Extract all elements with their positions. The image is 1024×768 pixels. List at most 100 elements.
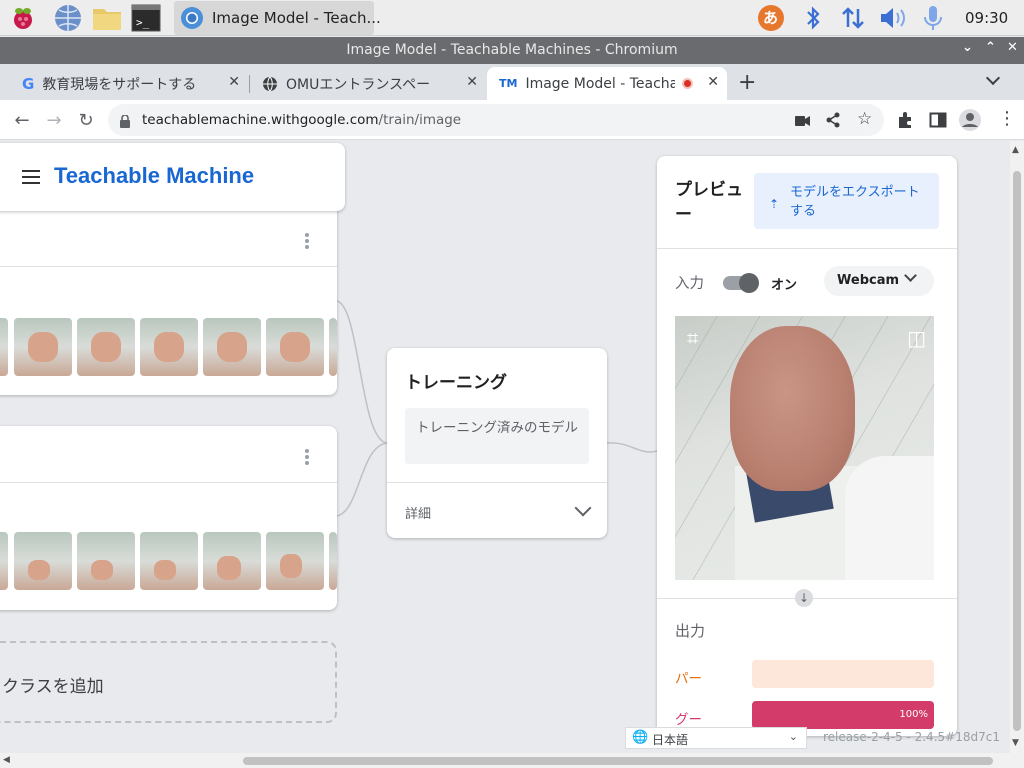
url-text: teachablemachine.withgoogle.com/train/im… bbox=[142, 112, 461, 128]
minimize-icon[interactable]: ⌄ bbox=[962, 40, 973, 55]
sample-thumbnail[interactable] bbox=[203, 532, 261, 590]
sample-thumbnail[interactable] bbox=[266, 318, 324, 376]
training-details-toggle[interactable]: 詳細 bbox=[405, 503, 431, 522]
sample-thumbnail[interactable] bbox=[14, 532, 72, 590]
raspberry-menu-icon[interactable] bbox=[8, 3, 38, 33]
reload-icon[interactable]: ↻ bbox=[74, 108, 98, 132]
teachable-machine-page: クラスを追加 Teachable Machine トレーニング トレーニング済み… bbox=[0, 141, 1010, 753]
more-options-icon[interactable] bbox=[305, 233, 309, 251]
bluetooth-icon[interactable] bbox=[798, 3, 828, 33]
tab-education[interactable]: G 教育現場をサポートする ✕ bbox=[10, 67, 248, 100]
scroll-left-icon[interactable]: ◀ bbox=[3, 755, 10, 765]
add-class-label: クラスを追加 bbox=[2, 677, 104, 697]
sample-thumbnail[interactable] bbox=[0, 532, 8, 590]
arrow-down-icon[interactable]: ↓ bbox=[795, 589, 813, 607]
camera-indicator-icon[interactable] bbox=[795, 113, 811, 132]
svg-text:>_: >_ bbox=[136, 16, 150, 29]
confidence-bar bbox=[752, 660, 934, 688]
google-icon: G bbox=[22, 74, 35, 93]
scrollbar-thumb[interactable] bbox=[1013, 171, 1021, 731]
tab-strip: G 教育現場をサポートする ✕ OMUエントランスペー ✕ TM Image M… bbox=[0, 64, 1024, 100]
terminal-icon[interactable]: >_ bbox=[131, 3, 161, 33]
taskbar-chromium-task[interactable]: Image Model - Teach... bbox=[174, 1, 381, 35]
share-icon[interactable] bbox=[825, 112, 841, 132]
add-class-button[interactable]: クラスを追加 bbox=[0, 641, 337, 723]
new-tab-icon[interactable]: + bbox=[738, 70, 756, 95]
clock[interactable]: 09:30 bbox=[965, 9, 1008, 27]
ime-label: あ bbox=[763, 9, 779, 27]
app-header: Teachable Machine bbox=[0, 143, 345, 211]
input-source-select[interactable]: Webcam bbox=[824, 266, 934, 296]
file-manager-icon[interactable] bbox=[92, 3, 122, 33]
browser-toolbar: ← → ↻ teachablemachine.withgoogle.com/tr… bbox=[0, 100, 1024, 140]
microphone-icon[interactable] bbox=[918, 3, 948, 33]
language-value: 日本語 bbox=[652, 733, 689, 747]
os-taskbar: >_ Image Model - Teach... あ 09:30 bbox=[0, 0, 1024, 36]
close-icon[interactable]: ✕ bbox=[228, 74, 240, 90]
menu-icon[interactable] bbox=[22, 170, 40, 188]
sample-thumbnail[interactable] bbox=[140, 318, 198, 376]
tab-image-model[interactable]: TM Image Model - Teacha ✕ bbox=[487, 67, 727, 100]
sample-thumbnail[interactable] bbox=[0, 318, 8, 376]
crop-icon[interactable]: ⌗ bbox=[687, 326, 698, 350]
taskbar-task-title: Image Model - Teach... bbox=[212, 9, 381, 27]
more-options-icon[interactable] bbox=[305, 449, 309, 467]
flip-icon[interactable]: ◫ bbox=[907, 326, 926, 350]
language-select[interactable]: 🌐 日本語 ⌄ bbox=[625, 727, 807, 749]
chrome-menu-icon[interactable]: ⋮ bbox=[998, 110, 1016, 128]
url-path: /train/image bbox=[378, 112, 462, 128]
preview-card: プレビュー ⇡ モデルをエクスポートする 入力 オン Webcam ⌗ ◫ ↓ … bbox=[657, 156, 957, 736]
tab-search-icon[interactable] bbox=[985, 70, 1001, 86]
input-method-icon[interactable]: あ bbox=[756, 3, 786, 33]
sample-thumbnail[interactable] bbox=[14, 318, 72, 376]
profile-avatar-icon[interactable] bbox=[958, 108, 982, 136]
sample-thumbnail[interactable] bbox=[266, 532, 324, 590]
sample-thumbnail[interactable] bbox=[77, 532, 135, 590]
output-class-label: パー bbox=[675, 671, 702, 687]
tab-omu[interactable]: OMUエントランスペー ✕ bbox=[250, 67, 486, 100]
sample-thumbnail[interactable] bbox=[203, 318, 261, 376]
volume-icon[interactable] bbox=[878, 3, 908, 33]
globe-icon: 🌐 bbox=[632, 730, 649, 745]
scroll-up-icon[interactable]: ▲ bbox=[1012, 145, 1019, 155]
divider bbox=[0, 482, 337, 483]
sample-thumbnail[interactable] bbox=[329, 318, 337, 376]
web-browser-icon[interactable] bbox=[53, 3, 83, 33]
close-icon[interactable]: ✕ bbox=[466, 74, 478, 90]
bookmark-star-icon[interactable]: ☆ bbox=[857, 109, 872, 129]
sample-thumbnail[interactable] bbox=[77, 318, 135, 376]
back-icon[interactable]: ← bbox=[10, 108, 34, 132]
toggle-knob[interactable] bbox=[739, 273, 759, 293]
export-model-label: モデルをエクスポートする bbox=[790, 185, 920, 219]
close-window-icon[interactable]: ✕ bbox=[1007, 40, 1018, 55]
chromium-icon bbox=[180, 6, 204, 30]
training-card: トレーニング トレーニング済みのモデル 詳細 bbox=[387, 348, 607, 538]
side-panel-icon[interactable] bbox=[929, 111, 947, 133]
export-model-button[interactable]: ⇡ モデルをエクスポートする bbox=[754, 173, 939, 229]
tab-title: Image Model - Teacha bbox=[525, 75, 676, 92]
preview-title: プレビュー bbox=[675, 180, 743, 225]
url-host: teachablemachine.withgoogle.com bbox=[142, 112, 379, 128]
window-title: Image Model - Teachable Machines - Chrom… bbox=[346, 42, 678, 58]
brand-title[interactable]: Teachable Machine bbox=[54, 163, 254, 189]
network-icon[interactable] bbox=[838, 3, 868, 33]
lock-icon bbox=[120, 113, 130, 128]
scroll-down-icon[interactable]: ▼ bbox=[1012, 738, 1019, 748]
forward-icon[interactable]: → bbox=[42, 108, 66, 132]
confidence-bar: 100% bbox=[752, 701, 934, 729]
horizontal-scrollbar[interactable]: ◀ bbox=[0, 753, 1024, 768]
address-bar[interactable]: teachablemachine.withgoogle.com/train/im… bbox=[108, 104, 884, 136]
chevron-down-icon[interactable] bbox=[574, 499, 592, 517]
window-titlebar[interactable]: Image Model - Teachable Machines - Chrom… bbox=[0, 37, 1024, 64]
webcam-feed: ⌗ ◫ bbox=[675, 316, 934, 580]
sample-thumbnail[interactable] bbox=[329, 532, 337, 590]
extensions-icon[interactable] bbox=[897, 111, 915, 133]
scrollbar-thumb[interactable] bbox=[243, 757, 993, 765]
close-icon[interactable]: ✕ bbox=[707, 74, 719, 90]
release-version: release-2-4-5 - 2.4.5#18d7c1 bbox=[823, 730, 1000, 744]
sample-thumbnail[interactable] bbox=[140, 532, 198, 590]
vertical-scrollbar[interactable]: ▲ ▼ bbox=[1010, 141, 1024, 753]
maximize-icon[interactable]: ⌃ bbox=[985, 40, 996, 55]
divider bbox=[0, 266, 337, 267]
train-model-button[interactable]: トレーニング済みのモデル bbox=[405, 408, 589, 464]
